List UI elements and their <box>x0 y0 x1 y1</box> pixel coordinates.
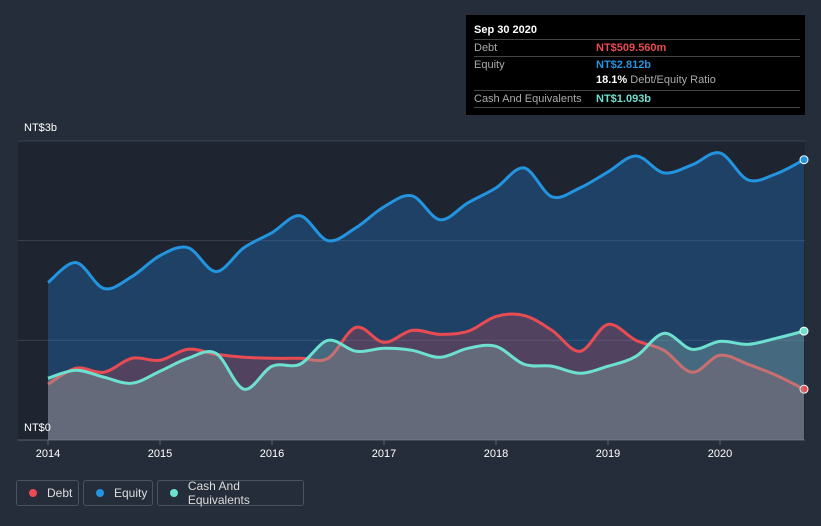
tooltip-debt-label: Debt <box>474 42 498 54</box>
tooltip-debt-value: NT$509.560m <box>596 42 667 54</box>
legend-debt[interactable]: Debt <box>16 480 79 506</box>
legend-equity-label: Equity <box>114 486 148 500</box>
legend-debt-label: Debt <box>47 486 73 500</box>
ratio-label: Debt/Equity Ratio <box>630 74 716 86</box>
legend-equity[interactable]: Equity <box>83 480 153 506</box>
tooltip-cash-value: NT$1.093b <box>596 93 652 105</box>
y-axis-bottom-label: NT$0 <box>24 422 51 434</box>
tooltip-ratio-value: 18.1% Debt/Equity Ratio <box>596 72 716 88</box>
legend-cash-label: Cash And Equivalents <box>187 479 250 507</box>
tooltip-ratio-row: 18.1% Debt/Equity Ratio <box>474 72 800 88</box>
tooltip-cash-label: Cash And Equivalents <box>474 93 582 105</box>
x-tick-label: 2015 <box>148 448 172 460</box>
tooltip-equity-value: NT$2.812b <box>596 59 652 71</box>
x-tick-label: 2018 <box>484 448 508 460</box>
cash-dot-icon <box>170 489 178 497</box>
cash-end-point <box>799 326 809 336</box>
tooltip-debt-row: Debt NT$509.560m <box>474 39 800 56</box>
equity-end-point <box>799 155 809 165</box>
y-axis-top-label: NT$3b <box>24 122 58 134</box>
tooltip-cash-row: Cash And Equivalents NT$1.093b <box>474 90 800 108</box>
x-tick-label: 2016 <box>260 448 284 460</box>
x-tick-label: 2014 <box>36 448 60 460</box>
x-tick-label: 2020 <box>708 448 732 460</box>
tooltip-date: Sep 30 2020 <box>474 24 537 36</box>
legend-cash[interactable]: Cash And Equivalents <box>157 479 304 507</box>
tooltip-equity-row: Equity NT$2.812b <box>474 56 800 73</box>
tooltip-equity-label: Equity <box>474 59 505 71</box>
equity-dot-icon <box>96 489 104 497</box>
x-tick-label: 2017 <box>372 448 396 460</box>
tooltip: Sep 30 2020 Debt NT$509.560m Equity NT$2… <box>466 15 805 115</box>
ratio-percent: 18.1% <box>596 74 628 86</box>
debt-dot-icon <box>29 489 37 497</box>
x-tick-label: 2019 <box>596 448 620 460</box>
